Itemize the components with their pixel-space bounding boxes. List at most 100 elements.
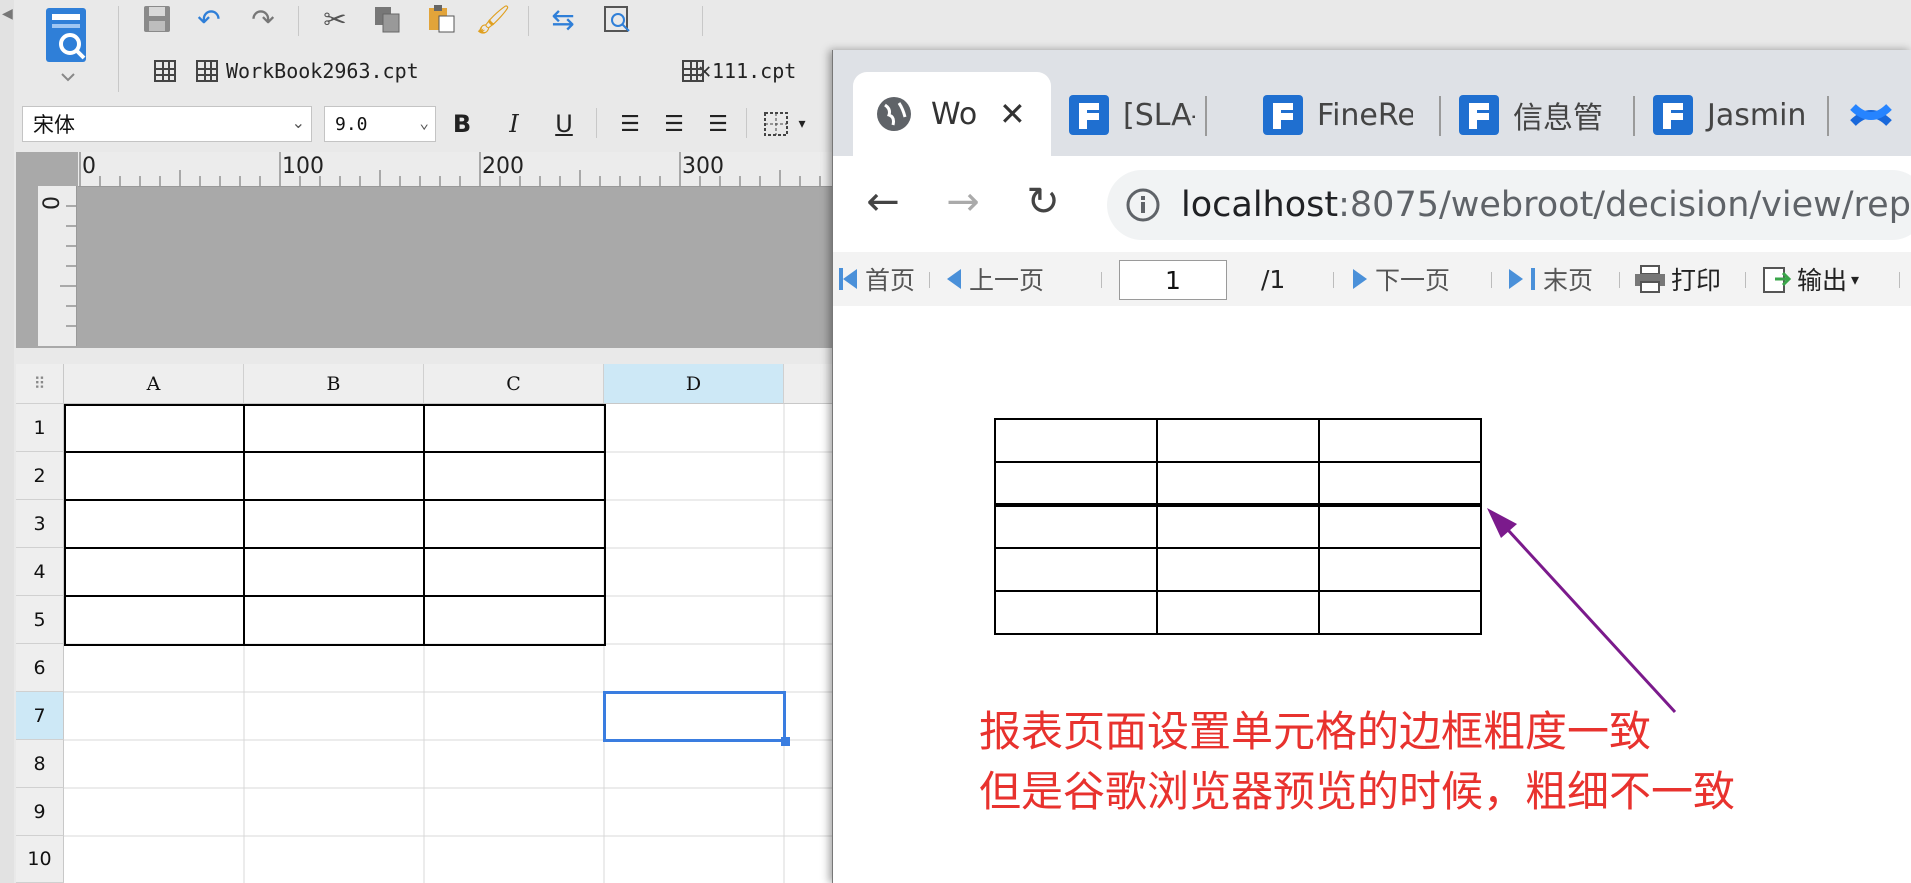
cpt-file-icon (682, 60, 704, 82)
page-number-input[interactable] (1119, 260, 1227, 300)
first-page-button[interactable]: 首页 (839, 262, 915, 296)
spreadsheet-grid[interactable]: ⠿ A B C D 1 2 3 4 5 6 7 8 9 10 (16, 364, 836, 883)
tab-title: Jasmin (1707, 97, 1807, 133)
row-header-3[interactable]: 3 (16, 500, 64, 548)
browser-tab-active[interactable]: Wo ✕ (853, 72, 1051, 156)
prev-page-label: 上一页 (969, 266, 1045, 295)
row-header-1[interactable]: 1 (16, 404, 64, 452)
export-label: 输出 (1797, 266, 1848, 295)
reload-icon[interactable]: ↻ (1017, 176, 1069, 228)
tab-separator (1633, 96, 1635, 136)
grid-icon (154, 60, 176, 82)
swap-icon[interactable]: ⇆ (546, 2, 580, 36)
grid-lines (64, 404, 836, 883)
column-header-d[interactable]: D (604, 364, 784, 404)
border-dropdown-icon[interactable]: ▾ (792, 108, 812, 140)
format-painter-icon[interactable]: 🖌 (475, 2, 511, 36)
finereport-icon (1653, 95, 1693, 135)
prev-page-icon (947, 269, 961, 289)
toolbar-separator (746, 108, 747, 138)
info-icon[interactable] (1125, 187, 1161, 223)
toolbar-separator (298, 6, 299, 36)
column-header-e[interactable] (784, 364, 836, 404)
print-button[interactable]: 打印 (1633, 262, 1721, 296)
tab-title: Wo (931, 96, 978, 132)
left-collapse-strip[interactable]: ◀ (0, 0, 14, 883)
row-header-2[interactable]: 2 (16, 452, 64, 500)
address-bar[interactable]: localhost:8075/webroot/decision/view/rep… (1107, 170, 1911, 240)
font-size-value: 9.0 (335, 113, 368, 135)
export-button[interactable]: 输出 ▾ (1761, 262, 1859, 296)
bold-button[interactable]: B (446, 108, 478, 140)
first-page-label: 首页 (865, 266, 916, 295)
tab-111[interactable]: 111.cpt (682, 52, 796, 90)
browser-tab[interactable] (1849, 90, 1909, 140)
column-header-a[interactable]: A (64, 364, 244, 404)
row-header-9[interactable]: 9 (16, 788, 64, 836)
close-tab-icon[interactable]: ✕ (999, 95, 1026, 133)
undo-icon[interactable]: ↶ (192, 2, 226, 36)
tab-label: WorkBook2963.cpt (226, 59, 419, 83)
browser-tab[interactable]: [SLA-3 (1069, 90, 1195, 140)
row-header-4[interactable]: 4 (16, 548, 64, 596)
url-host: localhost (1181, 185, 1339, 225)
font-size-select[interactable]: 9.0 ⌄ (324, 106, 436, 142)
last-page-button[interactable]: 末页 (1509, 262, 1593, 296)
row-header-10[interactable]: 10 (16, 836, 64, 883)
column-header-b[interactable]: B (244, 364, 424, 404)
row-header-7[interactable]: 7 (16, 692, 64, 740)
tab-workbook2963[interactable]: WorkBook2963.cpt ✕ (196, 52, 766, 90)
collapse-arrow-icon[interactable]: ◀ (2, 6, 13, 22)
tab-title: FineRe (1317, 97, 1413, 133)
select-all-corner[interactable]: ⠿ (16, 364, 64, 404)
toolbar-separator (118, 6, 119, 92)
align-right-icon[interactable]: ☰ (702, 108, 734, 140)
row-header-5[interactable]: 5 (16, 596, 64, 644)
redo-icon[interactable]: ↷ (246, 2, 280, 36)
dropdown-arrow-icon: ▾ (1851, 269, 1860, 289)
designer-menu-logo-icon[interactable] (42, 4, 94, 82)
copy-icon[interactable] (370, 2, 404, 36)
bordered-range-a1-c5 (64, 404, 606, 646)
selected-cell-d7[interactable] (603, 691, 786, 742)
back-icon[interactable]: ← (857, 176, 909, 228)
tab-separator (1827, 96, 1829, 136)
sheet-list-icon[interactable] (154, 52, 184, 90)
toolbar-separator (702, 6, 703, 36)
row-header-8[interactable]: 8 (16, 740, 64, 788)
chevron-down-icon: ⌄ (291, 113, 305, 132)
row-header-6[interactable]: 6 (16, 644, 64, 692)
font-family-select[interactable]: 宋体 ⌄ (22, 106, 312, 142)
next-page-button[interactable]: 下一页 (1353, 262, 1450, 296)
align-left-icon[interactable]: ☰ (614, 108, 646, 140)
preview-icon[interactable] (600, 2, 634, 36)
browser-tab[interactable]: FineRe (1263, 90, 1413, 140)
border-icon[interactable] (760, 108, 792, 140)
finereport-icon (1069, 95, 1109, 135)
forward-icon[interactable]: → (937, 176, 989, 228)
next-page-label: 下一页 (1375, 266, 1451, 295)
total-pages: /1 (1261, 264, 1286, 294)
italic-button[interactable]: I (498, 108, 530, 140)
finereport-icon (1263, 95, 1303, 135)
confluence-icon (1850, 104, 1892, 126)
toolbar-separator (528, 6, 529, 36)
fill-handle[interactable] (781, 737, 790, 746)
cut-icon[interactable]: ✂ (318, 2, 352, 36)
paste-icon[interactable] (424, 2, 458, 36)
align-center-icon[interactable]: ☰ (658, 108, 690, 140)
triangle-left-icon (843, 269, 857, 289)
column-header-c[interactable]: C (424, 364, 604, 404)
browser-tab[interactable]: Jasmin (1653, 90, 1817, 140)
finereport-icon (1459, 95, 1499, 135)
browser-tab[interactable]: 信息管 (1459, 90, 1609, 140)
save-icon[interactable] (140, 2, 174, 36)
prev-page-button[interactable]: 上一页 (947, 262, 1044, 296)
ruler-label: 200 (482, 154, 524, 179)
toolbar-separator (1899, 272, 1900, 288)
next-page-icon (1353, 269, 1367, 289)
underline-button[interactable]: U (548, 108, 580, 140)
last-page-label: 末页 (1543, 266, 1594, 295)
cpt-file-icon (196, 60, 218, 82)
globe-icon (875, 95, 913, 133)
